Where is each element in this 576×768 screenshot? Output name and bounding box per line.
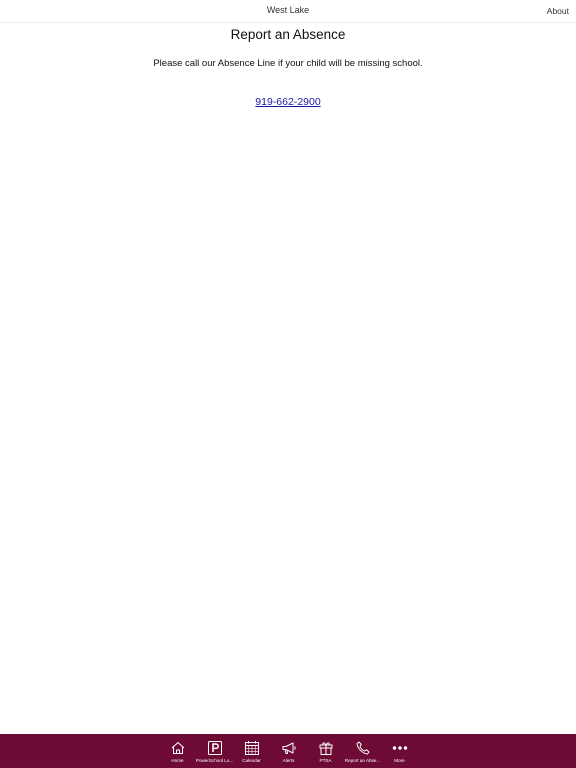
- powerschool-icon: [207, 740, 223, 756]
- tab-label-calendar: Calendar: [242, 758, 261, 763]
- calendar-icon: [244, 740, 260, 756]
- tab-more[interactable]: More: [381, 734, 418, 768]
- tab-report-absence[interactable]: Report an Abse...: [344, 734, 381, 768]
- page-title: Report an Absence: [230, 27, 346, 42]
- home-icon: [170, 740, 186, 756]
- tab-label-ptsa: PTSA: [319, 758, 332, 763]
- tab-label-report-absence: Report an Abse...: [344, 758, 381, 763]
- navigation-bar: West Lake About: [0, 0, 576, 23]
- gift-icon: [318, 740, 334, 756]
- tab-bar: Home PowerSchool Lo... Calendar Alerts P…: [0, 734, 576, 768]
- tab-label-more: More: [394, 758, 405, 763]
- tab-label-powerschool: PowerSchool Lo...: [195, 758, 234, 763]
- phone-link-container: 919-662-2900: [0, 96, 576, 108]
- tab-list: Home PowerSchool Lo... Calendar Alerts P…: [159, 734, 418, 768]
- app-title: West Lake: [266, 5, 310, 15]
- absence-message: Please call our Absence Line if your chi…: [153, 58, 423, 69]
- phone-icon: [355, 740, 371, 756]
- about-button[interactable]: About: [547, 6, 569, 16]
- tab-alerts[interactable]: Alerts: [270, 734, 307, 768]
- phone-number-link[interactable]: 919-662-2900: [255, 96, 320, 108]
- tab-home[interactable]: Home: [159, 734, 196, 768]
- tab-calendar[interactable]: Calendar: [233, 734, 270, 768]
- more-icon: [392, 740, 408, 756]
- tab-powerschool[interactable]: PowerSchool Lo...: [196, 734, 233, 768]
- tab-ptsa[interactable]: PTSA: [307, 734, 344, 768]
- tab-label-alerts: Alerts: [282, 758, 295, 763]
- tab-label-home: Home: [171, 758, 184, 763]
- megaphone-icon: [281, 740, 297, 756]
